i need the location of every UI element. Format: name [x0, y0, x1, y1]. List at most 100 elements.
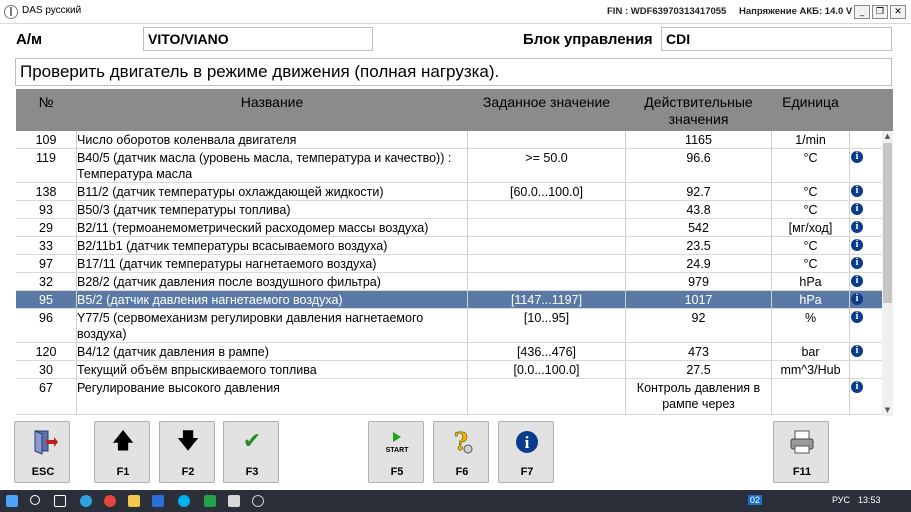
- word-icon[interactable]: [152, 495, 164, 507]
- row-info-icon[interactable]: i: [851, 345, 863, 357]
- column-divider: [849, 291, 850, 308]
- cell-unit: °C: [803, 203, 818, 217]
- arrow-up-icon: 🡅: [111, 429, 135, 454]
- table-row[interactable]: 97 24.9 °C B17/11 (датчик температуры нагне…: [16, 255, 882, 273]
- table-row[interactable]: 95 [1147...1197] 1017 hPa B5/2 (датчик давле…: [16, 291, 882, 309]
- cell-num: 67: [39, 381, 53, 395]
- cell-actual: 1165: [685, 133, 712, 147]
- row-info-icon[interactable]: i: [851, 151, 863, 163]
- column-divider: [849, 273, 850, 290]
- table-row[interactable]: 138 [60.0...100.0] 92.7 °C B11/2 (датчик тем…: [16, 183, 882, 201]
- col-num-header: №: [38, 94, 54, 110]
- info-icon: i: [499, 428, 555, 456]
- f5-start-button[interactable]: START F5: [368, 421, 424, 483]
- cell-name: B2/11 (термоанемометрический расходомер …: [77, 221, 429, 235]
- table-row[interactable]: 32 979 hPa B28/2 (датчик давления после воз…: [16, 273, 882, 291]
- cell-unit: °C: [803, 151, 818, 165]
- table-row[interactable]: 93 43.8 °C B50/3 (датчик температуры топлив…: [16, 201, 882, 219]
- folder-icon[interactable]: [128, 495, 140, 507]
- cell-name: B40/5 (датчик масла (уровень масла, темп…: [77, 151, 452, 181]
- f6-button[interactable]: ? F6: [433, 421, 489, 483]
- close-button[interactable]: ✕: [890, 5, 906, 19]
- table-row[interactable]: 109 1165 1/min Число оборотов коленвала дви…: [16, 131, 882, 149]
- scroll-down-icon[interactable]: ▼: [882, 405, 893, 416]
- minimize-button[interactable]: _: [854, 5, 870, 19]
- cell-spec: [436...476]: [516, 345, 577, 359]
- vertical-scrollbar[interactable]: ▲ ▼: [882, 131, 893, 416]
- scroll-thumb[interactable]: [883, 143, 892, 303]
- skype-icon[interactable]: [178, 495, 190, 507]
- arrow-down-icon: 🡇: [176, 429, 200, 454]
- column-divider: [849, 379, 850, 414]
- excel-icon[interactable]: [204, 495, 216, 507]
- cell-spec: [60.0...100.0]: [510, 185, 583, 199]
- row-info-icon[interactable]: i: [851, 381, 863, 393]
- table-row[interactable]: 120 [436...476] 473 bar B4/12 (датчик давлен…: [16, 343, 882, 361]
- battery-voltage-label: Напряжение АКБ: 14.0 V: [739, 6, 853, 17]
- f3-button[interactable]: ✔ F3: [223, 421, 279, 483]
- values-table: № Название Заданное значение Действитель…: [16, 89, 893, 416]
- f11-label: F11: [792, 466, 812, 478]
- telegram-icon[interactable]: [80, 495, 92, 507]
- row-info-icon[interactable]: i: [851, 293, 863, 305]
- windows-start-icon[interactable]: [6, 495, 18, 507]
- f2-button[interactable]: 🡇 F2: [159, 421, 215, 483]
- column-divider: [849, 255, 850, 272]
- row-info-icon[interactable]: i: [851, 221, 863, 233]
- column-divider: [849, 237, 850, 254]
- column-divider: [467, 237, 468, 254]
- cell-name: Регулирование высокого давления: [77, 381, 280, 395]
- row-info-icon[interactable]: i: [851, 185, 863, 197]
- start-text: START: [386, 447, 410, 454]
- table-row[interactable]: 29 542 [мг/ход] B2/11 (термоанемометрически…: [16, 219, 882, 237]
- search-icon[interactable]: [30, 495, 40, 505]
- task-view-icon[interactable]: [54, 495, 66, 507]
- cell-actual: 96.6: [686, 151, 711, 165]
- row-info-icon[interactable]: i: [851, 239, 863, 251]
- cell-actual: 27.5: [686, 363, 711, 377]
- cell-name: Текущий объём впрыскиваемого топлива: [77, 363, 317, 377]
- col-name-header: Название: [240, 94, 304, 110]
- control-unit-field: CDI: [661, 27, 892, 51]
- cell-num: 30: [39, 363, 53, 377]
- cell-actual: 979: [688, 275, 709, 289]
- table-row[interactable]: 30 [0.0...100.0] 27.5 mm^3/Hub Текущий объём…: [16, 361, 882, 379]
- row-info-icon[interactable]: i: [851, 311, 863, 323]
- esc-button[interactable]: ESC: [14, 421, 70, 483]
- restore-button[interactable]: ❐: [872, 5, 888, 19]
- das-app-icon[interactable]: [228, 495, 240, 507]
- cell-unit: °C: [803, 257, 818, 271]
- cell-spec: [0.0...100.0]: [513, 363, 580, 377]
- cell-actual: 473: [688, 345, 709, 359]
- mercedes-star-icon[interactable]: [252, 495, 264, 507]
- row-info-icon[interactable]: i: [851, 203, 863, 215]
- table-row[interactable]: 119 >= 50.0 96.6 °C B40/5 (датчик масла (уро…: [16, 149, 882, 183]
- table-row[interactable]: 96 [10...95] 92% Y77/5 (сервомеханизм регул…: [16, 309, 882, 343]
- cell-name: B4/12 (датчик давления в рампе): [77, 345, 269, 359]
- f1-button[interactable]: 🡅 F1: [94, 421, 150, 483]
- cell-num: 109: [35, 133, 57, 147]
- printer-icon: [774, 428, 830, 456]
- table-row[interactable]: 33 23.5 °C B2/11b1 (датчик температуры всас…: [16, 237, 882, 255]
- row-info-icon[interactable]: i: [851, 257, 863, 269]
- scroll-up-icon[interactable]: ▲: [882, 131, 893, 142]
- cell-num: 32: [39, 275, 53, 289]
- app-logo-icon: [4, 5, 18, 19]
- chrome-icon[interactable]: [104, 495, 116, 507]
- language-indicator[interactable]: РУС: [832, 495, 850, 505]
- f5-label: F5: [390, 466, 404, 478]
- cell-num: 96: [39, 311, 53, 325]
- f7-button[interactable]: i F7: [498, 421, 554, 483]
- table-row[interactable]: 67 Контроль давления в рампе через Регулир…: [16, 379, 882, 415]
- cell-actual: 1017: [684, 293, 713, 307]
- column-divider: [849, 219, 850, 236]
- vehicle-label: А/м: [16, 31, 43, 48]
- col-spec-header: Заданное значение: [482, 94, 611, 110]
- notification-badge[interactable]: 02: [748, 495, 763, 505]
- clock[interactable]: 13:53: [858, 495, 881, 505]
- svg-text:i: i: [525, 433, 530, 452]
- column-divider: [849, 361, 850, 378]
- cell-spec: [10...95]: [523, 311, 570, 325]
- f11-button[interactable]: F11: [773, 421, 829, 483]
- row-info-icon[interactable]: i: [851, 275, 863, 287]
